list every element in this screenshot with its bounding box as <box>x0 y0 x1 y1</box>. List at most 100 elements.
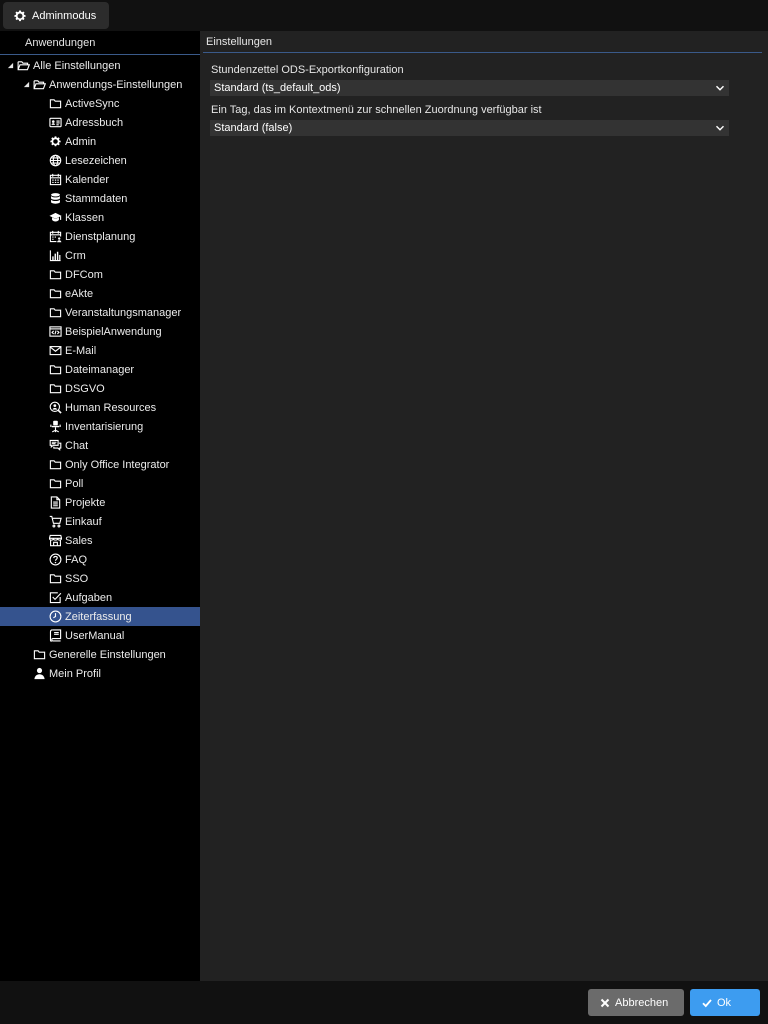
tree-item-einkauf[interactable]: Einkauf <box>0 512 200 531</box>
tree-item-activesync[interactable]: ActiveSync <box>0 94 200 113</box>
context-menu-tag-label: Ein Tag, das im Kontextmenü zur schnelle… <box>211 104 542 116</box>
tree-item-label: Zeiterfassung <box>65 610 132 623</box>
tree-item-stammdaten[interactable]: Stammdaten <box>0 189 200 208</box>
folder-icon <box>48 382 62 396</box>
tree-item-generelle-einstellungen[interactable]: Generelle Einstellungen <box>0 645 200 664</box>
settings-header: Einstellungen <box>203 31 762 53</box>
folder-icon <box>48 477 62 491</box>
address-card-icon <box>48 116 62 130</box>
store-icon <box>48 534 62 548</box>
tree-item-lesezeichen[interactable]: Lesezeichen <box>0 151 200 170</box>
tree-item-zeiterfassung[interactable]: Zeiterfassung <box>0 607 200 626</box>
tree-item-poll[interactable]: Poll <box>0 474 200 493</box>
tree-item-dienstplanung[interactable]: Dienstplanung <box>0 227 200 246</box>
tree-item-label: FAQ <box>65 553 88 566</box>
tree-item-eakte[interactable]: eAkte <box>0 284 200 303</box>
tree-item-label: Alle Einstellungen <box>33 59 121 72</box>
tree-item-projekte[interactable]: Projekte <box>0 493 200 512</box>
tree-item-faq[interactable]: FAQ <box>0 550 200 569</box>
applications-panel: Anwendungen Alle Einstellungen Anwendungs… <box>0 31 200 981</box>
tree-item-label: BeispielAnwendung <box>65 325 162 338</box>
tree-item-only-office-integrator[interactable]: Only Office Integrator <box>0 455 200 474</box>
office-chair-icon <box>48 420 62 434</box>
applications-header: Anwendungen <box>0 31 200 55</box>
tree-item-chat[interactable]: Chat <box>0 436 200 455</box>
ods-export-config-select[interactable]: Standard (ts_default_ods) <box>210 80 729 96</box>
ok-label: Ok <box>717 996 732 1009</box>
ok-button[interactable]: Ok <box>690 989 760 1016</box>
folder-icon <box>48 268 62 282</box>
tree-item-crm[interactable]: Crm <box>0 246 200 265</box>
tree-item-kalender[interactable]: Kalender <box>0 170 200 189</box>
expanded-arrow-icon[interactable] <box>22 81 30 89</box>
question-circle-icon <box>48 553 62 567</box>
cancel-button[interactable]: Abbrechen <box>588 989 684 1016</box>
tree-item-label: Stammdaten <box>65 192 128 205</box>
tree-item-label: Kalender <box>65 173 110 186</box>
tree-item-beispielanwendung[interactable]: BeispielAnwendung <box>0 322 200 341</box>
tree-item-adressbuch[interactable]: Adressbuch <box>0 113 200 132</box>
file-text-icon <box>48 496 62 510</box>
tree-item-dateimanager[interactable]: Dateimanager <box>0 360 200 379</box>
code-window-icon <box>48 325 62 339</box>
folder-icon <box>48 572 62 586</box>
tree-item-label: eAkte <box>65 287 94 300</box>
tree-item-klassen[interactable]: Klassen <box>0 208 200 227</box>
tree-item-usermanual[interactable]: UserManual <box>0 626 200 645</box>
tree-item-label: Veranstaltungsmanager <box>65 306 182 319</box>
admin-mode-label: Adminmodus <box>32 9 97 22</box>
tree-item-mein-profil[interactable]: Mein Profil <box>0 664 200 683</box>
tree-item-inventarisierung[interactable]: Inventarisierung <box>0 417 200 436</box>
expanded-arrow-icon[interactable] <box>6 62 14 70</box>
folder-open-icon <box>16 59 30 73</box>
tree-item-label: ActiveSync <box>65 97 120 110</box>
dialog-footer: Abbrechen Ok <box>0 981 768 1024</box>
tree-item-label: Dienstplanung <box>65 230 136 243</box>
calendar-user-icon <box>48 230 62 244</box>
tree-item-dfcom[interactable]: DFCom <box>0 265 200 284</box>
tree-item-e-mail[interactable]: E-Mail <box>0 341 200 360</box>
top-toolbar: Adminmodus <box>0 0 768 31</box>
tree-item-label: Chat <box>65 439 89 452</box>
tree-item-human-resources[interactable]: Human Resources <box>0 398 200 417</box>
tree-item-admin[interactable]: Admin <box>0 132 200 151</box>
close-icon <box>600 998 610 1007</box>
tree-item-sales[interactable]: Sales <box>0 531 200 550</box>
tree-item-label: Adressbuch <box>65 116 124 129</box>
tree-item-alle-einstellungen[interactable]: Alle Einstellungen <box>0 56 200 75</box>
admin-mode-button[interactable]: Adminmodus <box>3 2 109 29</box>
folder-open-icon <box>32 78 46 92</box>
tree-item-dsgvo[interactable]: DSGVO <box>0 379 200 398</box>
tree-item-anwendungs-einstellungen[interactable]: Anwendungs-Einstellungen <box>0 75 200 94</box>
tree-item-veranstaltungsmanager[interactable]: Veranstaltungsmanager <box>0 303 200 322</box>
tree-item-aufgaben[interactable]: Aufgaben <box>0 588 200 607</box>
tree-item-label: E-Mail <box>65 344 97 357</box>
envelope-icon <box>48 344 62 358</box>
settings-tree: Alle Einstellungen Anwendungs-Einstellung… <box>0 55 200 683</box>
chart-bar-icon <box>48 249 62 263</box>
tree-item-label: Aufgaben <box>65 591 113 604</box>
tree-item-label: Poll <box>65 477 84 490</box>
tree-item-label: Inventarisierung <box>65 420 144 433</box>
clock-icon <box>48 610 62 624</box>
context-menu-tag-select[interactable]: Standard (false) <box>210 120 729 136</box>
tree-item-sso[interactable]: SSO <box>0 569 200 588</box>
tree-item-label: Anwendungs-Einstellungen <box>49 78 183 91</box>
